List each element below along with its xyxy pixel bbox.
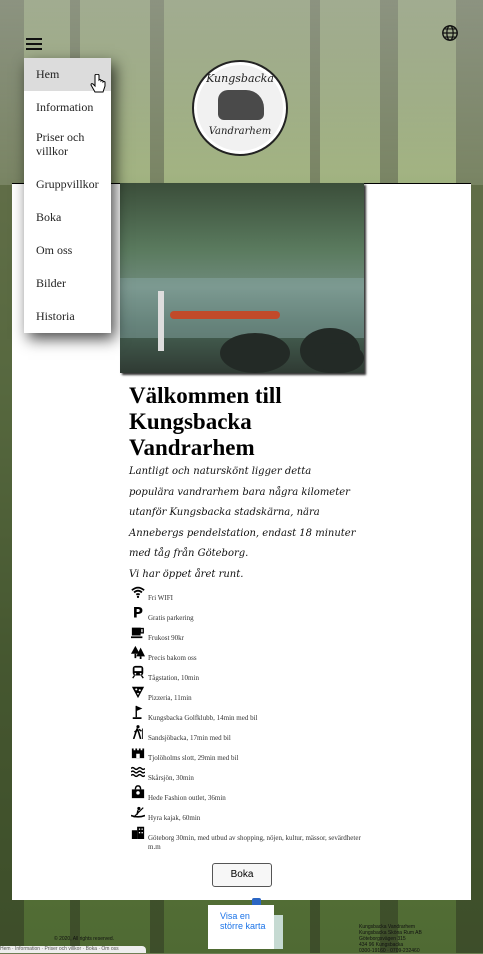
- amenity-text: Hede Fashion outlet, 36min: [148, 794, 226, 802]
- amenity-item: Skårsjön, 30min: [129, 765, 359, 785]
- open-all-year-text: Vi har öppet året runt.: [129, 568, 244, 580]
- menu-item-priser-och-villkor[interactable]: Priser och villkor: [24, 124, 111, 168]
- coffee-cup-icon: [131, 627, 144, 639]
- train-icon: [132, 665, 144, 679]
- logo-building-shape: [218, 90, 264, 120]
- amenity-item: Sandsjöbacka, 17min med bil: [129, 725, 359, 745]
- amenity-text: Fri WIFI: [148, 594, 173, 602]
- book-button[interactable]: Boka: [212, 863, 272, 887]
- amenity-text: Precis bakom oss: [148, 654, 197, 662]
- amenity-item: Tjolöholms slott, 29min med bil: [129, 745, 359, 765]
- kayak-icon: [131, 806, 145, 818]
- amenity-item: P Gratis parkering: [129, 605, 359, 625]
- amenity-item: Kungsbacka Golfklubb, 14min med bil: [129, 705, 359, 725]
- site-logo[interactable]: Kungsbacka Vandrarhem: [192, 60, 288, 156]
- menu-item-boka[interactable]: Boka: [24, 201, 111, 234]
- amenity-item: Fri WIFI: [129, 585, 359, 605]
- amenity-text: Sandsjöbacka, 17min med bil: [148, 734, 231, 742]
- golf-icon: [132, 705, 143, 719]
- menu-item-bilder[interactable]: Bilder: [24, 267, 111, 300]
- menu-item-historia[interactable]: Historia: [24, 300, 111, 333]
- amenity-text: Göteborg 30min, med utbud av shopping, n…: [148, 834, 361, 851]
- hero-image-kayaking: [120, 183, 364, 373]
- intro-text: Lantligt och naturskönt ligger detta pop…: [129, 462, 359, 585]
- svg-text:P: P: [133, 605, 143, 619]
- hamburger-menu-icon[interactable]: [26, 38, 42, 52]
- logo-bottom-text: Vandrarhem: [208, 126, 272, 137]
- logo-top-text: Kungsbacka: [206, 72, 274, 85]
- amenity-item: Hyra kajak, 60min: [129, 805, 359, 825]
- amenity-item: Pizzeria, 11min: [129, 685, 359, 705]
- castle-icon: [131, 748, 145, 759]
- amenity-item: Hede Fashion outlet, 36min: [129, 785, 359, 805]
- dropdown-nav-menu: Hem Information Priser och villkor Grupp…: [24, 58, 111, 333]
- address-block: Kungsbacka Vandrarhem Kungsbacka Sköna R…: [359, 924, 479, 954]
- amenity-item: Tågstation, 10min: [129, 665, 359, 685]
- waves-icon: [131, 766, 145, 778]
- wifi-icon: [131, 586, 145, 598]
- amenity-text: Skårsjön, 30min: [148, 774, 194, 782]
- view-larger-map-link[interactable]: Visa en större karta: [208, 905, 274, 949]
- hiking-icon: [132, 725, 143, 739]
- amenity-text: Tjolöholms slott, 29min med bil: [148, 754, 239, 762]
- copyright-text: © 2020, All rights reserved.: [54, 936, 115, 942]
- amenity-item: Precis bakom oss: [129, 645, 359, 665]
- amenity-text: Hyra kajak, 60min: [148, 814, 201, 822]
- shopping-bag-icon: [131, 785, 145, 799]
- amenity-text: Tågstation, 10min: [148, 674, 199, 682]
- hand-pointer-icon: [90, 74, 106, 93]
- menu-item-gruppvillkor[interactable]: Gruppvillkor: [24, 168, 111, 201]
- amenities-list: Fri WIFI P Gratis parkering Frukost 90kr…: [129, 585, 361, 853]
- forest-icon: [131, 645, 145, 659]
- globe-icon[interactable]: [441, 24, 459, 42]
- footer-nav-strip[interactable]: Hem · Information · Priser och villkor ·…: [0, 946, 146, 953]
- amenity-text: Kungsbacka Golfklubb, 14min med bil: [148, 714, 258, 722]
- address-line: 0300-19160 · 0709-232460: [359, 948, 420, 954]
- amenity-text: Gratis parkering: [148, 614, 194, 622]
- top-bar: [0, 0, 483, 60]
- page-title: Välkommen till Kungsbacka Vandrarhem: [129, 383, 282, 460]
- map-preview[interactable]: [274, 915, 283, 949]
- pizza-icon: [131, 686, 145, 699]
- menu-item-om-oss[interactable]: Om oss: [24, 234, 111, 267]
- amenity-text: Frukost 90kr: [148, 634, 184, 642]
- parking-icon: P: [133, 605, 143, 619]
- amenity-item: Göteborg 30min, med utbud av shopping, n…: [129, 825, 361, 853]
- amenity-item: Frukost 90kr: [129, 625, 359, 645]
- intro-paragraph: Lantligt och naturskönt ligger detta pop…: [129, 466, 356, 559]
- amenity-text: Pizzeria, 11min: [148, 694, 192, 702]
